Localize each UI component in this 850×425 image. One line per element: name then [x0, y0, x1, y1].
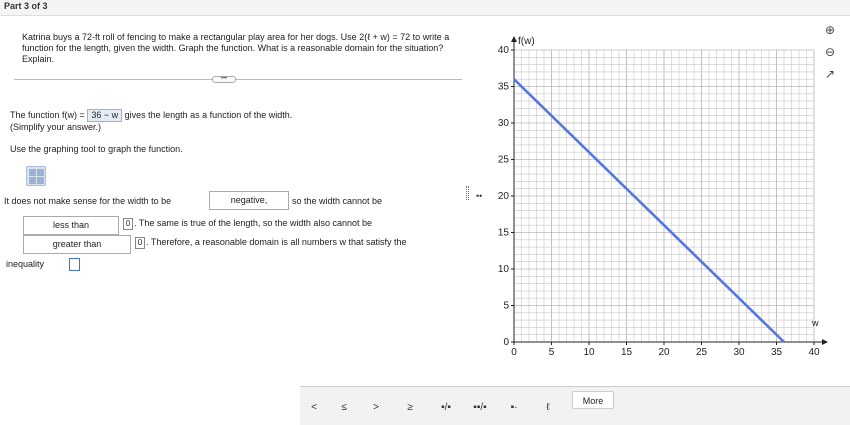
y-tick-label: 40	[498, 45, 510, 56]
x-tick-label: 40	[808, 347, 820, 358]
mixed-number-button[interactable]: ▪▪/▪	[468, 398, 492, 418]
less-than-button[interactable]: <	[302, 398, 326, 418]
part-label: Part 3 of 3	[4, 1, 48, 11]
sentence3: . Therefore, a reasonable domain is all …	[146, 237, 407, 247]
y-tick-label: 0	[503, 337, 509, 348]
x-axis-label: w	[811, 318, 819, 328]
sentence2: . The same is true of the length, so the…	[134, 218, 372, 228]
expand-dots-button[interactable]: •••	[212, 76, 236, 83]
sentence1-start: It does not make sense for the width to …	[4, 196, 172, 206]
question-to: to	[412, 32, 421, 42]
comparison-dropdown-1[interactable]: less than	[23, 216, 119, 235]
x-tick-label: 30	[733, 347, 745, 358]
less-equal-button[interactable]: ≤	[332, 398, 356, 418]
x-tick-label: 35	[771, 347, 783, 358]
zero-box-1: 0	[123, 218, 133, 230]
more-button[interactable]: More	[572, 391, 614, 409]
y-tick-label: 10	[498, 264, 510, 275]
question-text: Katrina buys a 72-ft roll of fencing to …	[22, 32, 452, 65]
y-tick-label: 20	[498, 191, 510, 202]
function-line: The function f(w) = 36 − w gives the len…	[10, 109, 292, 122]
script-l-button[interactable]: ℓ	[536, 398, 560, 418]
function-name: f(w) =	[62, 110, 85, 120]
exponent-button[interactable]: ▪·	[502, 398, 526, 418]
section-divider	[14, 79, 462, 80]
x-tick-label: 15	[621, 347, 633, 358]
pane-splitter-handle[interactable]	[466, 186, 469, 200]
x-tick-label: 10	[583, 347, 595, 358]
function-graph[interactable]: f(w) w 0 5 10 15 20 25 30 35 40 0 5 10 15 20 25 30 35 40	[480, 28, 840, 368]
function-suffix: gives the length as a function of the wi…	[124, 110, 293, 120]
greater-than-button[interactable]: >	[364, 398, 388, 418]
graph-instruction: Use the graphing tool to graph the funct…	[10, 144, 183, 154]
x-tick-label: 0	[511, 347, 517, 358]
y-tick-label: 25	[498, 155, 510, 166]
sign-dropdown[interactable]: negative,	[209, 191, 289, 210]
zero-box-2: 0	[135, 237, 145, 249]
constraint-equation: 2(ℓ + w) = 72	[359, 32, 411, 42]
y-tick-label: 35	[498, 82, 510, 93]
sentence1-end: so the width cannot be	[292, 196, 383, 206]
x-tick-label: 20	[658, 347, 670, 358]
comparison-dropdown-2[interactable]: greater than	[23, 235, 131, 254]
greater-equal-button[interactable]: ≥	[398, 398, 422, 418]
top-bar: Part 3 of 3	[0, 0, 850, 16]
x-axis-arrow	[822, 339, 828, 345]
inequality-label: inequality	[6, 259, 45, 269]
y-tick-label: 5	[503, 301, 509, 312]
y-axis-label: f(w)	[518, 36, 535, 47]
simplify-note: (Simplify your answer.)	[10, 122, 102, 132]
fraction-button[interactable]: ▪/▪	[434, 398, 458, 418]
popout-icon[interactable]: ↗	[822, 66, 838, 82]
graphing-tool-icon[interactable]	[26, 166, 46, 186]
inequality-input[interactable]	[69, 258, 80, 271]
function-answer-box[interactable]: 36 − w	[87, 109, 123, 122]
x-tick-label: 25	[696, 347, 708, 358]
y-tick-label: 15	[498, 228, 510, 239]
function-prefix: The function	[10, 110, 60, 120]
math-toolbar: < ≤ > ≥ ▪/▪ ▪▪/▪ ▪· ℓ More	[300, 386, 850, 425]
zoom-in-icon[interactable]: ⊕	[822, 22, 838, 38]
zoom-out-icon[interactable]: ⊖	[822, 44, 838, 60]
question-intro: Katrina buys a 72-ft roll of fencing to …	[22, 32, 357, 42]
x-tick-label: 5	[549, 347, 555, 358]
y-axis-arrow	[511, 36, 517, 42]
y-tick-label: 30	[498, 118, 510, 129]
